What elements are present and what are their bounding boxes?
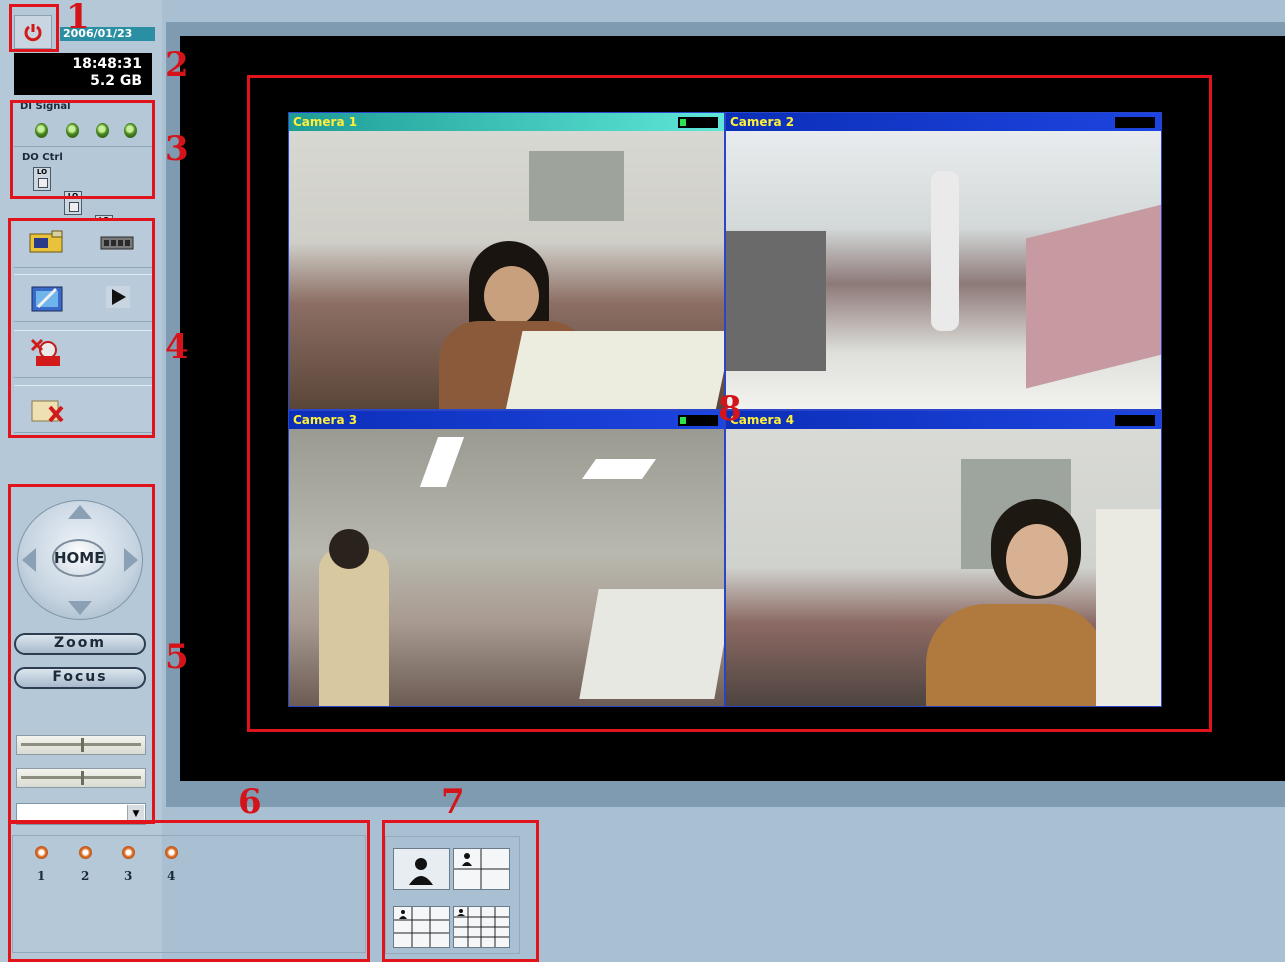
do-switch-1[interactable]: LO (33, 167, 51, 191)
status-indicator (678, 117, 718, 128)
feed-detail (419, 437, 465, 487)
snapshot-icon (29, 230, 63, 253)
zoom-label: Zoom (54, 635, 106, 651)
di-led-3 (96, 123, 109, 138)
ptz-home-button[interactable]: HOME (52, 539, 106, 577)
input-status-panel (12, 835, 366, 953)
input-number-2: 2 (81, 869, 90, 883)
feed-detail (579, 589, 724, 699)
di-led-1 (35, 123, 48, 138)
quad-view-button[interactable] (453, 848, 510, 890)
feed-detail (1006, 524, 1068, 596)
quad-view-icon (454, 849, 509, 889)
callout-number-7: 7 (441, 782, 465, 822)
do-ctrl-label: DO Ctrl (22, 152, 63, 163)
camera-title-bar: Camera 1 (289, 113, 724, 131)
do-switch-2[interactable]: LO (64, 191, 82, 215)
camera-feed-image (289, 429, 724, 706)
input-led-3 (122, 846, 135, 859)
delete-icon (31, 400, 64, 423)
callout-number-6: 6 (238, 782, 262, 822)
feed-detail (581, 459, 657, 479)
play-icon (106, 286, 130, 308)
callout-number-8: 8 (718, 389, 742, 429)
callout-number-2: 2 (165, 45, 189, 85)
camera-title: Camera 2 (730, 115, 795, 129)
chevron-down-icon[interactable]: ▼ (127, 805, 144, 823)
input-number-1: 1 (37, 869, 46, 883)
feed-detail (529, 151, 624, 221)
callout-number-3: 3 (165, 129, 189, 169)
edit-button[interactable] (30, 283, 66, 313)
input-led-2 (79, 846, 92, 859)
delete-button[interactable] (30, 395, 66, 425)
camera-title: Camera 1 (293, 115, 358, 129)
snapshot-button[interactable] (28, 229, 66, 255)
slider-thumb[interactable] (81, 771, 84, 785)
camera-view-1[interactable]: Camera 1 (288, 112, 725, 410)
do-switch-label: LO (67, 192, 79, 200)
camera-feed-image (726, 131, 1161, 409)
stop-record-icon (30, 338, 60, 366)
single-view-button[interactable] (393, 848, 450, 890)
callout-number-5: 5 (165, 637, 189, 677)
power-button[interactable] (14, 15, 52, 49)
camera-title: Camera 3 (293, 413, 358, 427)
ptz-speed-slider[interactable] (16, 735, 146, 755)
time-display: 18:48:31 (72, 56, 142, 72)
video-card-button[interactable] (100, 233, 134, 253)
status-indicator (1115, 415, 1155, 426)
camera-view-3[interactable]: Camera 3 (288, 410, 725, 707)
input-number-3: 3 (124, 869, 133, 883)
play-button[interactable] (106, 286, 130, 308)
camera-feed-image (289, 131, 724, 409)
do-switch-label: LO (36, 168, 48, 176)
divider (14, 146, 152, 147)
nine-view-icon (394, 907, 449, 947)
camera-title-bar: Camera 2 (726, 113, 1161, 131)
feed-detail (1096, 509, 1161, 706)
single-view-icon (409, 858, 433, 885)
video-card-icon (100, 236, 134, 250)
nine-view-button[interactable] (393, 906, 450, 948)
camera-view-2[interactable]: Camera 2 (725, 112, 1162, 410)
edit-icon (31, 286, 63, 312)
camera-view-4[interactable]: Camera 4 (725, 410, 1162, 707)
slider-thumb[interactable] (81, 738, 84, 752)
disk-space-display: 5.2 GB (90, 73, 142, 89)
di-led-4 (124, 123, 137, 138)
clock-disk-display: 18:48:31 5.2 GB (14, 53, 152, 95)
preset-dropdown[interactable]: ▼ (16, 803, 146, 825)
camera-title-bar: Camera 3 (289, 411, 724, 429)
input-led-4 (165, 846, 178, 859)
ptz-step-slider[interactable] (16, 768, 146, 788)
callout-number-1: 1 (66, 0, 90, 37)
feed-detail (931, 171, 959, 331)
status-indicator (678, 415, 718, 426)
focus-label: Focus (52, 669, 108, 685)
zoom-control[interactable]: Zoom (14, 633, 146, 655)
stop-record-button[interactable] (28, 338, 64, 368)
sixteen-view-icon (454, 907, 509, 947)
feed-detail (505, 331, 724, 409)
callout-number-4: 4 (165, 327, 189, 367)
camera-feed-image (726, 429, 1161, 706)
status-indicator (1115, 117, 1155, 128)
sixteen-view-button[interactable] (453, 906, 510, 948)
camera-title-bar: Camera 4 (726, 411, 1161, 429)
input-led-1 (35, 846, 48, 859)
feed-detail (329, 529, 369, 569)
feed-detail (1026, 203, 1161, 389)
feed-detail (726, 231, 826, 371)
feed-detail (484, 266, 539, 326)
feed-detail (319, 549, 389, 706)
di-signal-label: DI Signal (20, 101, 71, 112)
focus-control[interactable]: Focus (14, 667, 146, 689)
power-icon (24, 24, 42, 42)
feed-detail (926, 604, 1106, 706)
di-led-2 (66, 123, 79, 138)
ptz-direction-pad[interactable]: HOME (17, 500, 143, 620)
input-number-4: 4 (167, 869, 176, 883)
